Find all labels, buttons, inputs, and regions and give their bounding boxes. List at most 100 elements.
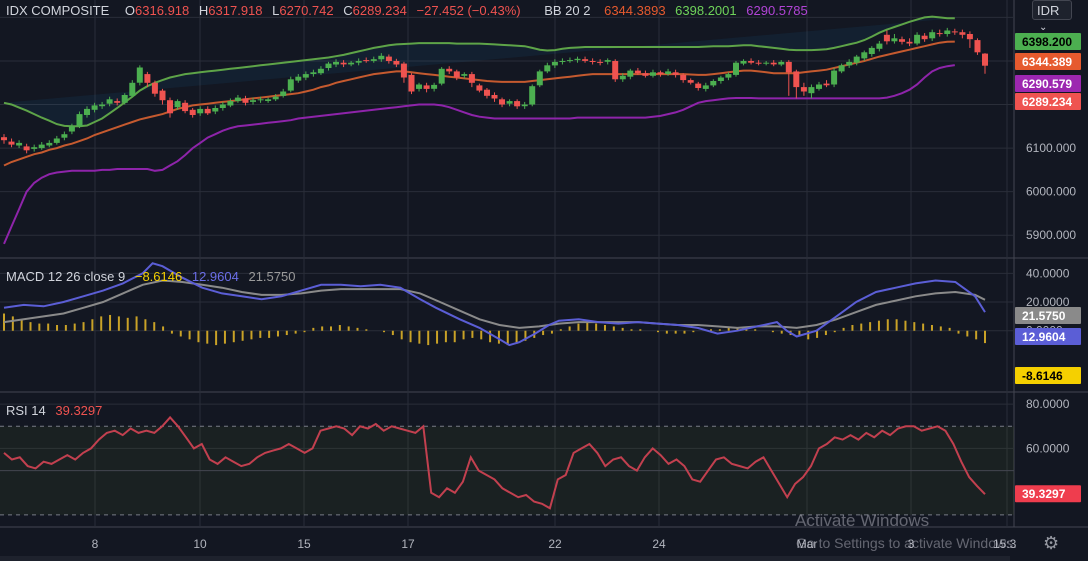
- candle-body: [853, 56, 860, 63]
- macd-hist-value: −8.6146: [134, 269, 183, 284]
- candle-body: [868, 47, 875, 54]
- candle-body: [717, 77, 724, 81]
- candle-body: [250, 100, 256, 102]
- macd-signal-line: [3, 279, 986, 329]
- close-value: C6289.234: [343, 3, 407, 18]
- candle-body: [355, 61, 362, 63]
- candle-body: [431, 84, 438, 89]
- candle-body: [838, 65, 845, 72]
- candle-body: [544, 65, 551, 72]
- candle-body: [763, 62, 770, 64]
- time-tick-label: 17: [401, 537, 415, 551]
- price-tag-label: 21.5750: [1022, 309, 1066, 323]
- candle-body: [423, 85, 430, 89]
- candle-body: [46, 142, 53, 146]
- candle-body: [929, 32, 936, 39]
- candle-body: [484, 89, 490, 96]
- candle-body: [151, 82, 158, 94]
- candle-body: [672, 72, 679, 75]
- candle-body: [53, 138, 60, 143]
- price-tag-label: 6344.389: [1022, 55, 1072, 69]
- price-panel[interactable]: [1, 15, 988, 245]
- candle-body: [219, 104, 226, 108]
- macd-legend: MACD 12 26 close 9 −8.6146 12.9604 21.57…: [6, 269, 301, 284]
- high-value: H6317.918: [198, 3, 263, 18]
- candle-body: [831, 70, 838, 85]
- price-tag-label: 12.9604: [1022, 330, 1066, 344]
- price-tag-label: 6398.200: [1022, 35, 1072, 49]
- candle-body: [378, 55, 385, 60]
- candle-body: [129, 82, 136, 96]
- candle-body: [529, 86, 536, 105]
- watermark-subtitle: Go to Settings to activate Windows.: [796, 535, 1017, 551]
- symbol-name[interactable]: IDX COMPOSITE: [6, 3, 109, 18]
- candle-body: [665, 71, 672, 74]
- bb-upper-value: 6398.2001: [675, 3, 737, 18]
- rsi-panel[interactable]: [0, 415, 1014, 516]
- time-scrollbar: [0, 556, 1010, 561]
- candle-body: [257, 99, 264, 101]
- candle-body: [823, 83, 830, 86]
- price-tag-label: 6290.579: [1022, 77, 1072, 91]
- axis-tick-label: 20.0000: [1026, 295, 1070, 309]
- candle-body: [38, 144, 45, 149]
- candle-body: [861, 52, 868, 59]
- gear-icon[interactable]: ⚙: [1043, 533, 1059, 554]
- candle-body: [393, 61, 400, 65]
- candle-body: [182, 102, 189, 112]
- candle-body: [385, 56, 392, 61]
- candle-body: [816, 84, 822, 89]
- candle-body: [280, 91, 287, 96]
- candle-body: [461, 74, 468, 76]
- candle-body: [951, 31, 958, 33]
- currency-selector[interactable]: IDR ⌄: [1032, 0, 1072, 33]
- axis-tick-label: 6100.000: [1026, 141, 1076, 155]
- candle-body: [740, 61, 747, 64]
- candle-body: [317, 68, 324, 74]
- candle-body: [793, 71, 800, 88]
- time-tick-label: 24: [652, 537, 666, 551]
- candle-body: [16, 142, 23, 146]
- candle-body: [733, 62, 739, 75]
- rsi-label[interactable]: RSI 14: [6, 403, 46, 418]
- candle-body: [567, 60, 573, 62]
- axis-tick-label: 80.0000: [1026, 397, 1070, 411]
- candle-body: [31, 147, 38, 149]
- candle-body: [348, 62, 355, 65]
- candle-body: [974, 40, 981, 53]
- candle-body: [551, 61, 558, 66]
- candle-body: [808, 87, 815, 94]
- bb-label[interactable]: BB 20 2: [544, 3, 590, 18]
- candle-body: [725, 74, 732, 78]
- candle-body: [914, 34, 921, 44]
- candle-body: [234, 97, 241, 102]
- candle-body: [748, 61, 755, 63]
- price-axis[interactable]: 6300.0006200.0006100.0006000.0005900.000…: [1015, 33, 1081, 503]
- candle-body: [800, 87, 807, 92]
- candle-body: [363, 60, 370, 62]
- candle-body: [944, 30, 951, 34]
- candle-body: [302, 74, 309, 78]
- candle-body: [438, 68, 445, 84]
- candle-body: [197, 108, 204, 114]
- candle-body: [491, 95, 498, 99]
- candle-body: [506, 101, 513, 104]
- macd-label[interactable]: MACD 12 26 close 9: [6, 269, 125, 284]
- candle-body: [959, 32, 966, 35]
- candle-body: [582, 59, 589, 61]
- candle-body: [1, 137, 7, 141]
- candle-body: [619, 75, 626, 80]
- time-tick-label: 15: [297, 537, 311, 551]
- candle-body: [710, 81, 717, 86]
- candle-body: [604, 60, 611, 62]
- candle-body: [370, 59, 377, 61]
- candle-body: [612, 61, 619, 80]
- change-value: −27.452 (−0.43%): [416, 3, 521, 18]
- candle-body: [76, 114, 83, 127]
- candle-body: [778, 61, 785, 65]
- axis-tick-label: 40.0000: [1026, 266, 1070, 280]
- candle-body: [597, 61, 604, 63]
- candle-body: [589, 61, 596, 62]
- low-value: L6270.742: [272, 3, 334, 18]
- candle-body: [936, 33, 943, 35]
